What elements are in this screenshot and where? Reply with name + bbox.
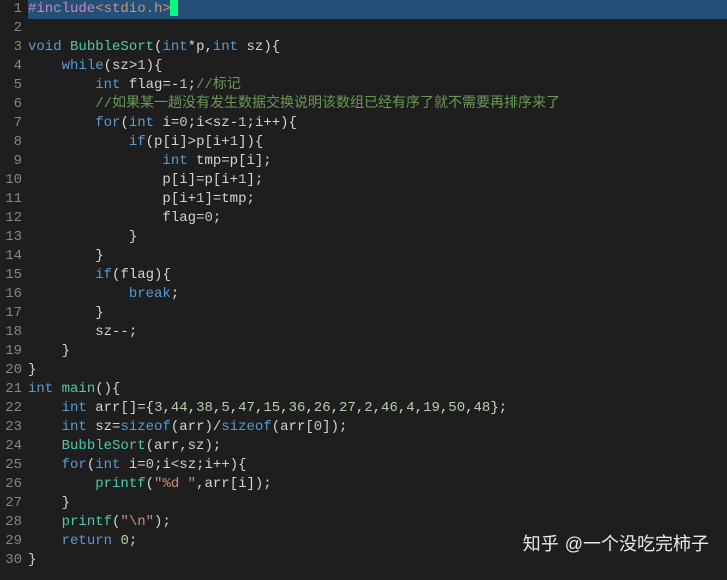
- line-number: 21: [4, 380, 22, 399]
- line-number: 22: [4, 399, 22, 418]
- code-line[interactable]: void BubbleSort(int*p,int sz){: [28, 38, 727, 57]
- line-number: 17: [4, 304, 22, 323]
- code-line[interactable]: BubbleSort(arr,sz);: [28, 437, 727, 456]
- code-line[interactable]: sz--;: [28, 323, 727, 342]
- line-number: 10: [4, 171, 22, 190]
- cursor: [170, 0, 178, 16]
- code-line[interactable]: }: [28, 247, 727, 266]
- code-line[interactable]: }: [28, 342, 727, 361]
- line-number: 15: [4, 266, 22, 285]
- code-line[interactable]: }: [28, 494, 727, 513]
- code-area[interactable]: #include<stdio.h> void BubbleSort(int*p,i…: [28, 0, 727, 580]
- code-line[interactable]: }: [28, 304, 727, 323]
- line-number: 26: [4, 475, 22, 494]
- code-line[interactable]: #include<stdio.h>: [28, 0, 727, 19]
- line-number: 25: [4, 456, 22, 475]
- line-number: 12: [4, 209, 22, 228]
- line-number: 2: [4, 19, 22, 38]
- line-number: 27: [4, 494, 22, 513]
- line-number: 9: [4, 152, 22, 171]
- code-line[interactable]: int arr[]={3,44,38,5,47,15,36,26,27,2,46…: [28, 399, 727, 418]
- code-line[interactable]: for(int i=0;i<sz-1;i++){: [28, 114, 727, 133]
- code-line[interactable]: flag=0;: [28, 209, 727, 228]
- code-line[interactable]: int flag=-1;//标记: [28, 76, 727, 95]
- watermark-author: @一个没吃完柿子: [565, 530, 709, 556]
- line-number: 3: [4, 38, 22, 57]
- line-number: 30: [4, 551, 22, 570]
- code-line[interactable]: printf("%d ",arr[i]);: [28, 475, 727, 494]
- line-number: 14: [4, 247, 22, 266]
- line-number: 1: [4, 0, 22, 19]
- code-line[interactable]: }: [28, 361, 727, 380]
- code-line[interactable]: p[i]=p[i+1];: [28, 171, 727, 190]
- code-line[interactable]: int tmp=p[i];: [28, 152, 727, 171]
- line-number: 8: [4, 133, 22, 152]
- line-number: 19: [4, 342, 22, 361]
- code-line[interactable]: int sz=sizeof(arr)/sizeof(arr[0]);: [28, 418, 727, 437]
- line-number: 13: [4, 228, 22, 247]
- code-line[interactable]: for(int i=0;i<sz;i++){: [28, 456, 727, 475]
- line-number: 23: [4, 418, 22, 437]
- code-line[interactable]: p[i+1]=tmp;: [28, 190, 727, 209]
- code-line[interactable]: }: [28, 228, 727, 247]
- line-number: 5: [4, 76, 22, 95]
- line-number: 11: [4, 190, 22, 209]
- line-number: 18: [4, 323, 22, 342]
- line-number: 28: [4, 513, 22, 532]
- code-line[interactable]: if(p[i]>p[i+1]){: [28, 133, 727, 152]
- code-line[interactable]: if(flag){: [28, 266, 727, 285]
- line-number: 4: [4, 57, 22, 76]
- code-line[interactable]: int main(){: [28, 380, 727, 399]
- watermark: 知乎 @一个没吃完柿子: [523, 530, 709, 556]
- line-number-gutter: 1234567891011121314151617181920212223242…: [0, 0, 28, 580]
- line-number: 24: [4, 437, 22, 456]
- line-number: 7: [4, 114, 22, 133]
- code-editor[interactable]: 1234567891011121314151617181920212223242…: [0, 0, 727, 580]
- code-line[interactable]: break;: [28, 285, 727, 304]
- code-line[interactable]: //如果某一趟没有发生数据交换说明该数组已经有序了就不需要再排序来了: [28, 95, 727, 114]
- line-number: 16: [4, 285, 22, 304]
- line-number: 20: [4, 361, 22, 380]
- watermark-brand: 知乎: [523, 530, 559, 556]
- code-line[interactable]: while(sz>1){: [28, 57, 727, 76]
- line-number: 6: [4, 95, 22, 114]
- code-line[interactable]: [28, 19, 727, 38]
- line-number: 29: [4, 532, 22, 551]
